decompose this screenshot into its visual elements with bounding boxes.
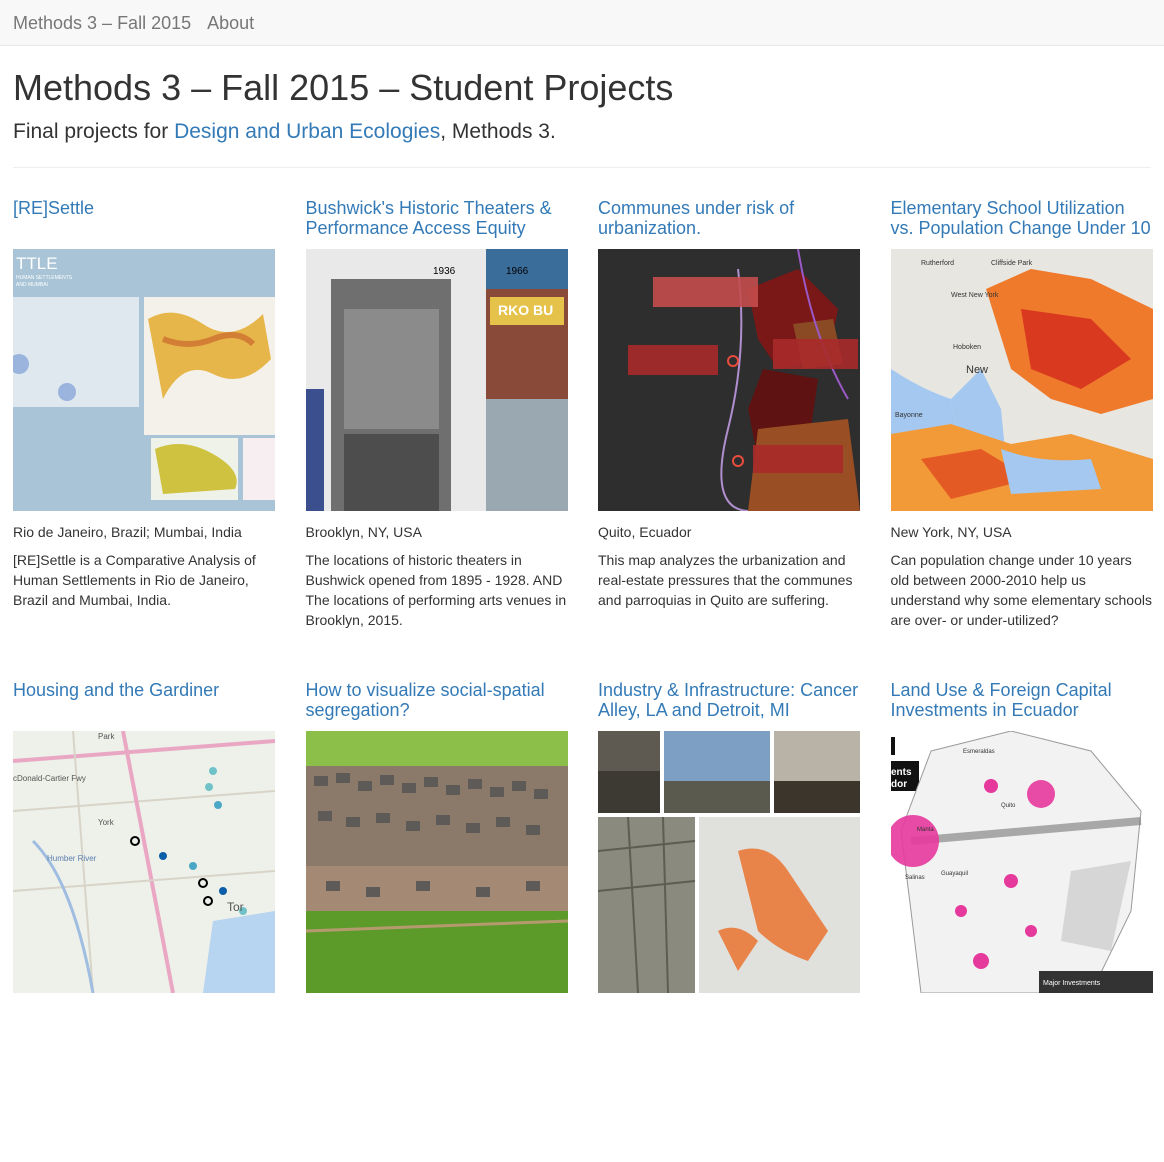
thumb-text: Bayonne: [895, 412, 923, 419]
thumb-text: Major Investments: [1043, 980, 1101, 987]
subtitle-prefix: Final projects for: [13, 120, 175, 143]
project-thumbnail[interactable]: ents dor Esmeraldas Quito Manta Salinas …: [890, 731, 1153, 993]
project-card: Land Use & Foreign Capital Investments i…: [890, 680, 1153, 1162]
thumb-text: Park: [98, 732, 115, 741]
project-card: How to visualize social-spatial segregat…: [305, 680, 568, 1162]
project-card: Elementary School Utilization vs. Popula…: [890, 198, 1153, 680]
project-title-link[interactable]: [RE]Settle: [13, 198, 275, 249]
nav-brand-link[interactable]: Methods 3 – Fall 2015: [13, 14, 191, 32]
thumb-text: ents: [891, 767, 912, 778]
project-thumbnail[interactable]: [305, 731, 568, 993]
nav-about-link[interactable]: About: [207, 14, 254, 32]
thumb-text: Rutherford: [921, 260, 954, 267]
project-title-link[interactable]: Industry & Infrastructure: Cancer Alley,…: [598, 680, 860, 731]
thumb-text: Hoboken: [953, 344, 981, 351]
project-location: Quito, Ecuador: [598, 524, 692, 540]
thumb-text: Quito: [1001, 803, 1016, 809]
thumb-text: Salinas: [905, 875, 925, 881]
thumb-text: Humber River: [47, 854, 97, 863]
thumb-text: dor: [891, 779, 907, 790]
project-title-link[interactable]: Elementary School Utilization vs. Popula…: [891, 198, 1153, 249]
project-card: Industry & Infrastructure: Cancer Alley,…: [598, 680, 860, 1162]
project-card: [RE]Settle TTLE HUMAN SETTLEMENTS AND MU…: [13, 198, 275, 680]
thumb-text: Guayaquil: [941, 871, 968, 877]
thumb-text: West New York: [951, 292, 999, 299]
ecuador-thumbnail-image: ents dor Esmeraldas Quito Manta Salinas …: [890, 731, 1153, 993]
project-thumbnail[interactable]: Park cDonald-Cartier Fwy York Humber Riv…: [13, 731, 275, 993]
thumb-text: Esmeraldas: [963, 749, 995, 755]
navbar: Methods 3 – Fall 2015 About: [0, 0, 1164, 46]
project-description: [RE]Settle is a Comparative Analysis of …: [13, 552, 256, 608]
quito-thumbnail-image: [598, 249, 860, 511]
project-card: Housing and the Gardiner Park cDonald-Ca…: [13, 680, 275, 1162]
toronto-thumbnail-image: Park cDonald-Cartier Fwy York Humber Riv…: [13, 731, 275, 993]
page-subtitle: Final projects for Design and Urban Ecol…: [13, 118, 1151, 146]
resettle-thumbnail-image: TTLE HUMAN SETTLEMENTS AND MUMBAI: [13, 249, 275, 511]
page-title: Methods 3 – Fall 2015 – Student Projects: [13, 67, 674, 108]
thumb-text: New: [966, 364, 988, 376]
thumb-text: cDonald-Cartier Fwy: [13, 774, 86, 783]
project-card: Bushwick's Historic Theaters & Performan…: [305, 198, 568, 680]
thumb-text: 1936: [433, 266, 456, 277]
bushwick-thumbnail-image: 1936 1966 RKO BU: [305, 249, 568, 511]
project-description: Can population change under 10 years old…: [890, 552, 1152, 628]
thumb-text: Tor: [227, 900, 244, 914]
project-thumbnail[interactable]: Rutherford Cliffside Park West New York …: [890, 249, 1153, 511]
project-title-link[interactable]: Bushwick's Historic Theaters & Performan…: [306, 198, 568, 249]
project-card: Communes under risk of urbanization. Qui…: [598, 198, 860, 680]
thumb-text: York: [98, 818, 115, 827]
project-thumbnail[interactable]: [598, 249, 860, 511]
header-divider: [13, 167, 1151, 168]
project-location: New York, NY, USA: [890, 524, 1012, 540]
thumb-text: AND MUMBAI: [16, 282, 48, 288]
thumb-text: RKO BU: [498, 302, 553, 318]
segregation-thumbnail-image: [305, 731, 568, 993]
project-thumbnail[interactable]: 1936 1966 RKO BU: [305, 249, 568, 511]
project-title-link[interactable]: Housing and the Gardiner: [13, 680, 275, 731]
subtitle-suffix: , Methods 3.: [440, 120, 556, 143]
industry-thumbnail-image: [598, 731, 860, 993]
project-description: The locations of historic theaters in Bu…: [305, 552, 567, 628]
main-container: Methods 3 – Fall 2015 – Student Projects…: [0, 68, 1164, 1162]
project-description: This map analyzes the urbanization and r…: [598, 552, 853, 608]
thumb-text: Manta: [917, 827, 934, 833]
thumb-text: 1966: [506, 266, 529, 277]
project-location: Rio de Janeiro, Brazil; Mumbai, India: [13, 524, 242, 540]
project-thumbnail[interactable]: TTLE HUMAN SETTLEMENTS AND MUMBAI: [13, 249, 275, 511]
project-location: Brooklyn, NY, USA: [305, 524, 422, 540]
thumb-text: HUMAN SETTLEMENTS: [16, 275, 73, 281]
design-urban-ecologies-link[interactable]: Design and Urban Ecologies: [174, 120, 440, 143]
thumb-text: TTLE: [16, 254, 58, 273]
project-title-link[interactable]: Communes under risk of urbanization.: [598, 198, 860, 249]
project-grid: [RE]Settle TTLE HUMAN SETTLEMENTS AND MU…: [13, 198, 1153, 1162]
project-title-link[interactable]: Land Use & Foreign Capital Investments i…: [891, 680, 1153, 731]
thumb-text: Cliffside Park: [991, 260, 1033, 267]
project-title-link[interactable]: How to visualize social-spatial segregat…: [306, 680, 568, 731]
nyc-thumbnail-image: Rutherford Cliffside Park West New York …: [890, 249, 1153, 511]
project-thumbnail[interactable]: [598, 731, 860, 993]
